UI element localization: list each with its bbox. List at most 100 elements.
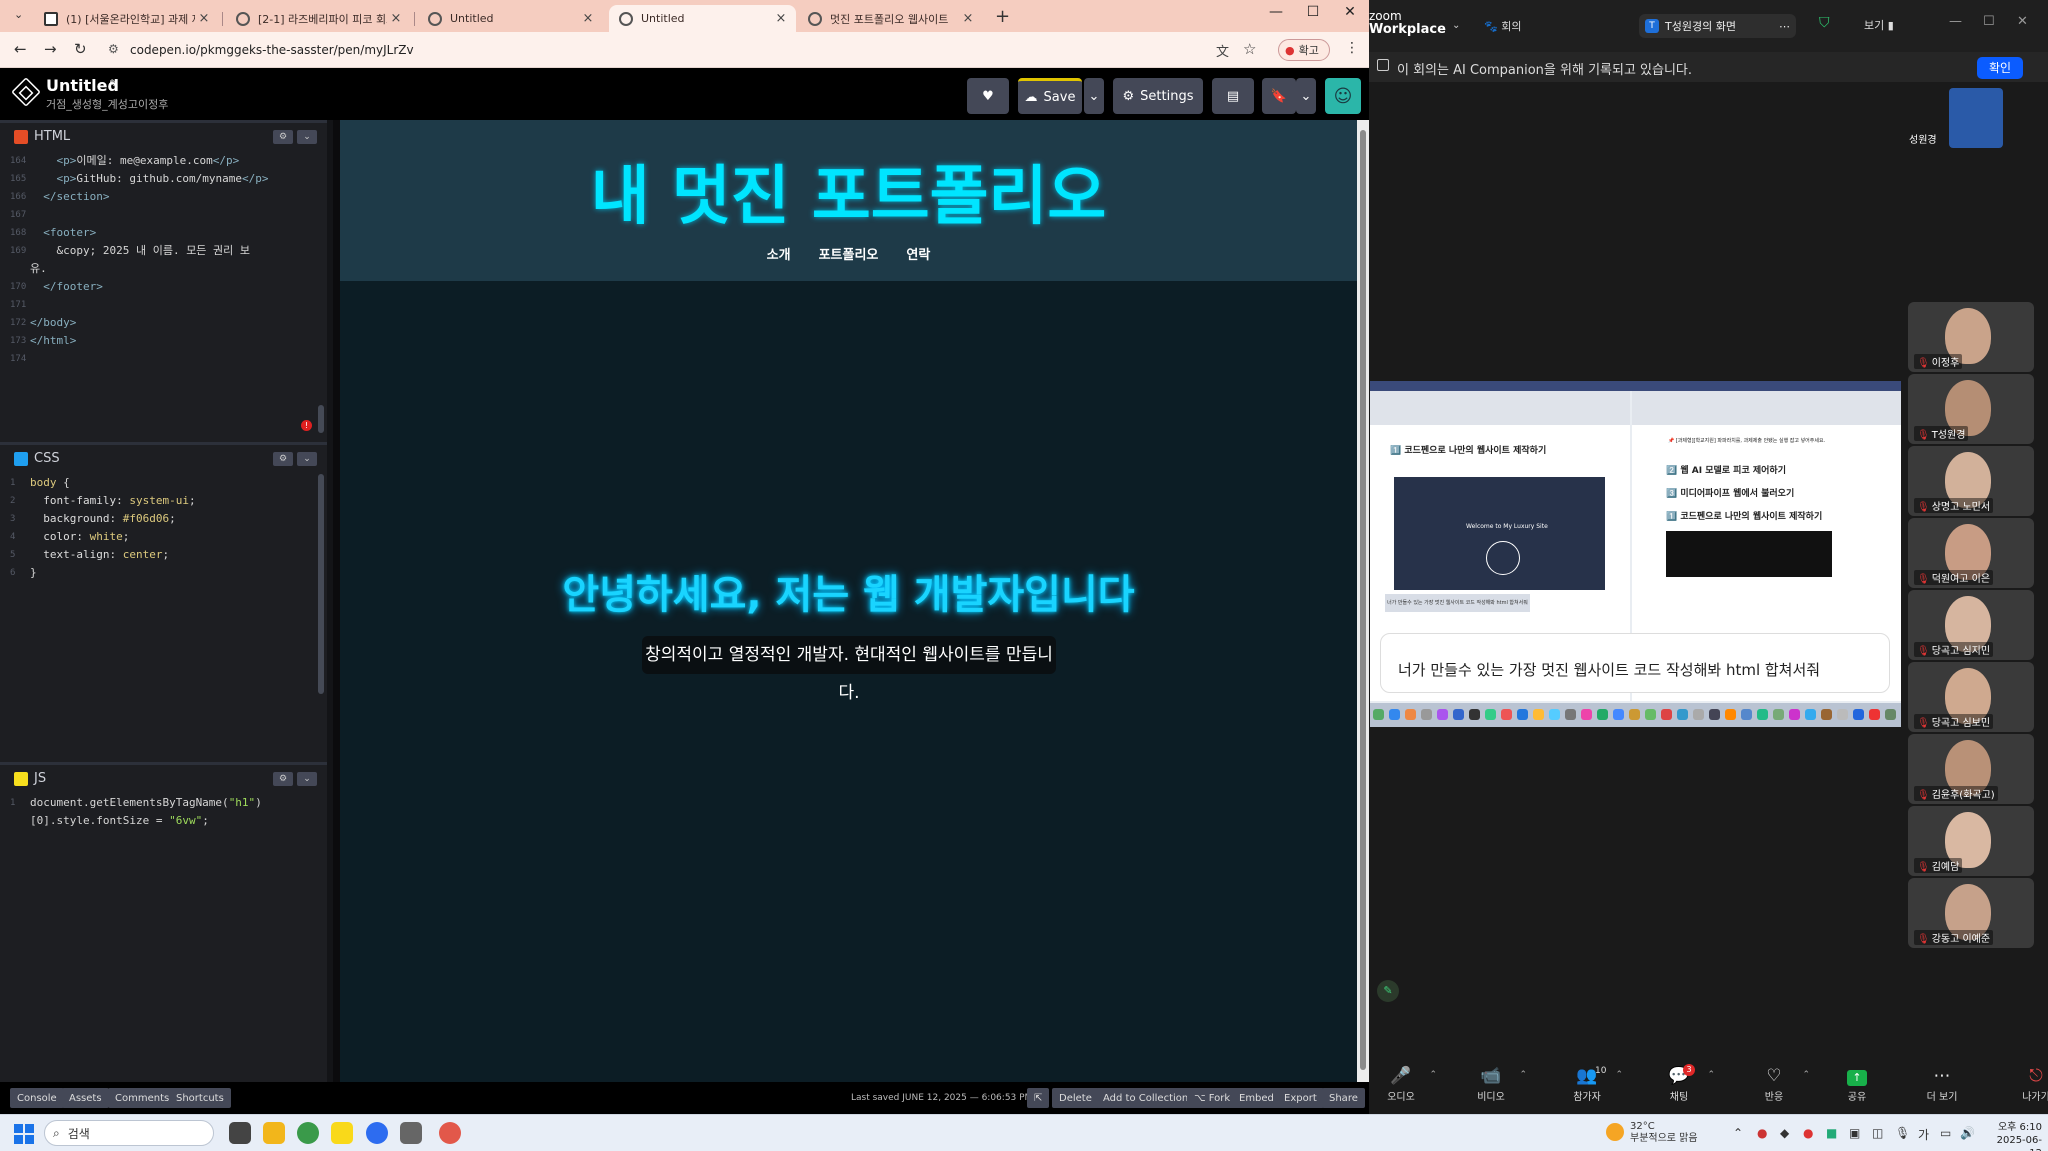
html-scrollbar[interactable] [318, 405, 324, 433]
tray-app-icon[interactable]: ◆ [1780, 1126, 1789, 1140]
tray-app-icon[interactable]: ■ [1826, 1126, 1837, 1140]
participant-tile[interactable]: 🎙 상명고 노민서 [1908, 446, 2034, 516]
chevron-up-icon[interactable]: ⌃ [1615, 1070, 1623, 1080]
toolbar-leave-button[interactable]: ⎋ 나가기 [2006, 1064, 2048, 1103]
pencil-icon[interactable]: ✎ [109, 77, 119, 91]
toolbar-more-button[interactable]: ⋯ 더 보기 [1912, 1064, 1972, 1103]
kakaotalk-icon[interactable] [331, 1122, 353, 1144]
save-button[interactable]: ☁ Save [1018, 78, 1082, 114]
participant-tile[interactable]: 🎙 김윤후(화곡고) [1908, 734, 2034, 804]
new-tab-icon[interactable]: + [995, 6, 1010, 27]
close-icon[interactable]: × [579, 11, 597, 26]
panel-collapse-icon[interactable]: ⌄ [297, 772, 317, 786]
site-info-icon[interactable]: ⚙ [108, 42, 119, 56]
tray-app-icon[interactable]: ● [1803, 1126, 1813, 1140]
panel-collapse-icon[interactable]: ⌄ [297, 130, 317, 144]
taskbar-search[interactable]: ⌕ 검색 [44, 1120, 214, 1146]
task-view-icon[interactable] [229, 1122, 251, 1144]
more-options-icon[interactable]: ⋯ [1779, 20, 1790, 33]
tab-search-icon[interactable]: ⌄ [14, 8, 23, 21]
close-window-icon[interactable]: ✕ [1335, 4, 1365, 20]
layout-button[interactable]: ▤ [1212, 78, 1254, 114]
user-avatar[interactable]: ☺ [1325, 78, 1361, 114]
tray-app-icon[interactable]: ◫ [1872, 1126, 1883, 1140]
fork-button[interactable]: ⌥ Fork [1187, 1088, 1238, 1108]
close-icon[interactable]: × [959, 11, 977, 26]
annotate-pencil-icon[interactable]: ✎ [1377, 980, 1399, 1002]
error-icon[interactable]: ! [301, 420, 312, 431]
bookmark-dropdown[interactable]: ⌄ [1296, 78, 1316, 114]
tray-chevron-icon[interactable]: ⌃ [1733, 1126, 1743, 1140]
forward-icon[interactable]: → [44, 40, 57, 58]
participant-tile[interactable]: 🎙 강동고 이예준 [1908, 878, 2034, 948]
profile-button[interactable]: ● 확고 [1278, 39, 1330, 61]
panel-collapse-icon[interactable]: ⌄ [297, 452, 317, 466]
tab-school-assignment[interactable]: (1) [서울온라인학교] 과제 제출 × [34, 5, 219, 32]
zoom-icon[interactable] [366, 1122, 388, 1144]
participant-tile[interactable]: 🎙 T성원경 [1908, 374, 2034, 444]
participant-tile[interactable]: 🎙 당곡고 심보민 [1908, 662, 2034, 732]
html-code-editor[interactable]: 164 <p>이메일: me@example.com</p> 165 <p>Git… [0, 152, 327, 368]
close-window-icon[interactable]: ✕ [2017, 14, 2028, 29]
chevron-up-icon[interactable]: ⌃ [1519, 1070, 1527, 1080]
confirm-button[interactable]: 확인 [1977, 57, 2023, 79]
toolbar-reactions-button[interactable]: ♡ 반응 ⌃ [1744, 1064, 1810, 1103]
url-field[interactable]: codepen.io/pkmggeks-the-sasster/pen/myJL… [130, 43, 414, 57]
tray-app-icon[interactable]: ▣ [1849, 1126, 1860, 1140]
chevron-up-icon[interactable]: ⌃ [1802, 1070, 1810, 1080]
assets-button[interactable]: Assets [62, 1088, 109, 1108]
toolbar-share-button[interactable]: ↑ 공유 [1827, 1064, 1887, 1103]
panel-settings-icon[interactable]: ⚙ [273, 452, 293, 466]
tab-raspberry-pico[interactable]: [2-1] 라즈베리파이 피코 회로 × [226, 5, 411, 32]
codepen-logo-icon[interactable] [11, 77, 41, 107]
save-dropdown[interactable]: ⌄ [1084, 78, 1104, 114]
minimize-icon[interactable]: — [1949, 14, 1962, 29]
chevron-up-icon[interactable]: ⌃ [1707, 1070, 1715, 1080]
preview-scrollbar[interactable] [1357, 120, 1369, 1082]
chevron-down-icon[interactable]: ⌄ [1452, 20, 1460, 31]
meeting-tab[interactable]: 🐾 회의 [1484, 18, 1521, 34]
close-icon[interactable]: × [772, 11, 790, 26]
app-icon[interactable] [400, 1122, 422, 1144]
chevron-up-icon[interactable]: ⌃ [1429, 1070, 1437, 1080]
pen-author[interactable]: 거점_생성형_계성고이정후 [46, 96, 168, 112]
chrome-profile-icon[interactable] [439, 1122, 461, 1144]
maximize-icon[interactable]: ☐ [1298, 4, 1328, 20]
screen-share-indicator[interactable]: T T성원경의 화면 ⋯ [1639, 14, 1796, 38]
shield-check-icon[interactable]: ⛉ [1819, 15, 1830, 31]
pen-title[interactable]: Untitled [46, 76, 119, 95]
css-code-editor[interactable]: 1 body {2 font-family: system-ui; 3 backgr… [0, 474, 327, 582]
minimize-icon[interactable]: — [1261, 4, 1291, 20]
close-icon[interactable]: × [387, 11, 405, 26]
love-button[interactable]: ♥ [967, 78, 1009, 114]
microphone-icon[interactable]: 🎙 [1895, 1126, 1910, 1140]
tab-portfolio-site[interactable]: 멋진 포트폴리오 웹사이트 × [798, 5, 983, 32]
toolbar-participants-button[interactable]: 👥 10 참가자 ⌃ [1557, 1064, 1623, 1103]
bookmark-button[interactable]: 🔖 [1262, 78, 1296, 114]
nav-link-contact[interactable]: 연락 [906, 244, 930, 263]
ime-indicator[interactable]: 가 [1918, 1126, 1929, 1143]
share-button[interactable]: Share [1322, 1088, 1365, 1108]
delete-button[interactable]: Delete [1052, 1088, 1099, 1108]
css-scrollbar[interactable] [318, 474, 324, 694]
panel-settings-icon[interactable]: ⚙ [273, 772, 293, 786]
settings-button[interactable]: ⚙ Settings [1113, 78, 1203, 114]
export-button[interactable]: Export [1277, 1088, 1324, 1108]
open-external-button[interactable]: ⇱ [1027, 1088, 1050, 1108]
tray-app-icon[interactable]: ● [1757, 1126, 1767, 1140]
chrome-icon[interactable] [297, 1122, 319, 1144]
shortcuts-button[interactable]: Shortcuts [169, 1088, 231, 1108]
tab-untitled-active[interactable]: Untitled × [609, 5, 796, 32]
console-button[interactable]: Console [10, 1088, 64, 1108]
toolbar-video-button[interactable]: 📹 비디오 ⌃ [1461, 1064, 1527, 1103]
add-to-collection-button[interactable]: Add to Collection [1096, 1088, 1196, 1108]
shared-screen[interactable]: 1️⃣ 코드펜으로 나만의 웹사이트 제작하기 Welcome to My Lu… [1370, 381, 1901, 727]
participant-tile[interactable]: 🎙 이정후 [1908, 302, 2034, 372]
nav-link-portfolio[interactable]: 포트폴리오 [819, 244, 879, 263]
bookmark-star-icon[interactable]: ☆ [1243, 40, 1256, 58]
js-code-editor[interactable]: 1 document.getElementsByTagName("h1") [0].… [0, 794, 327, 830]
participant-tile[interactable]: 🎙 당곡고 심지민 [1908, 590, 2034, 660]
clock[interactable]: 오후 6:102025-06-12 [1990, 1121, 2042, 1151]
close-icon[interactable]: × [195, 11, 213, 26]
back-icon[interactable]: ← [14, 40, 27, 58]
